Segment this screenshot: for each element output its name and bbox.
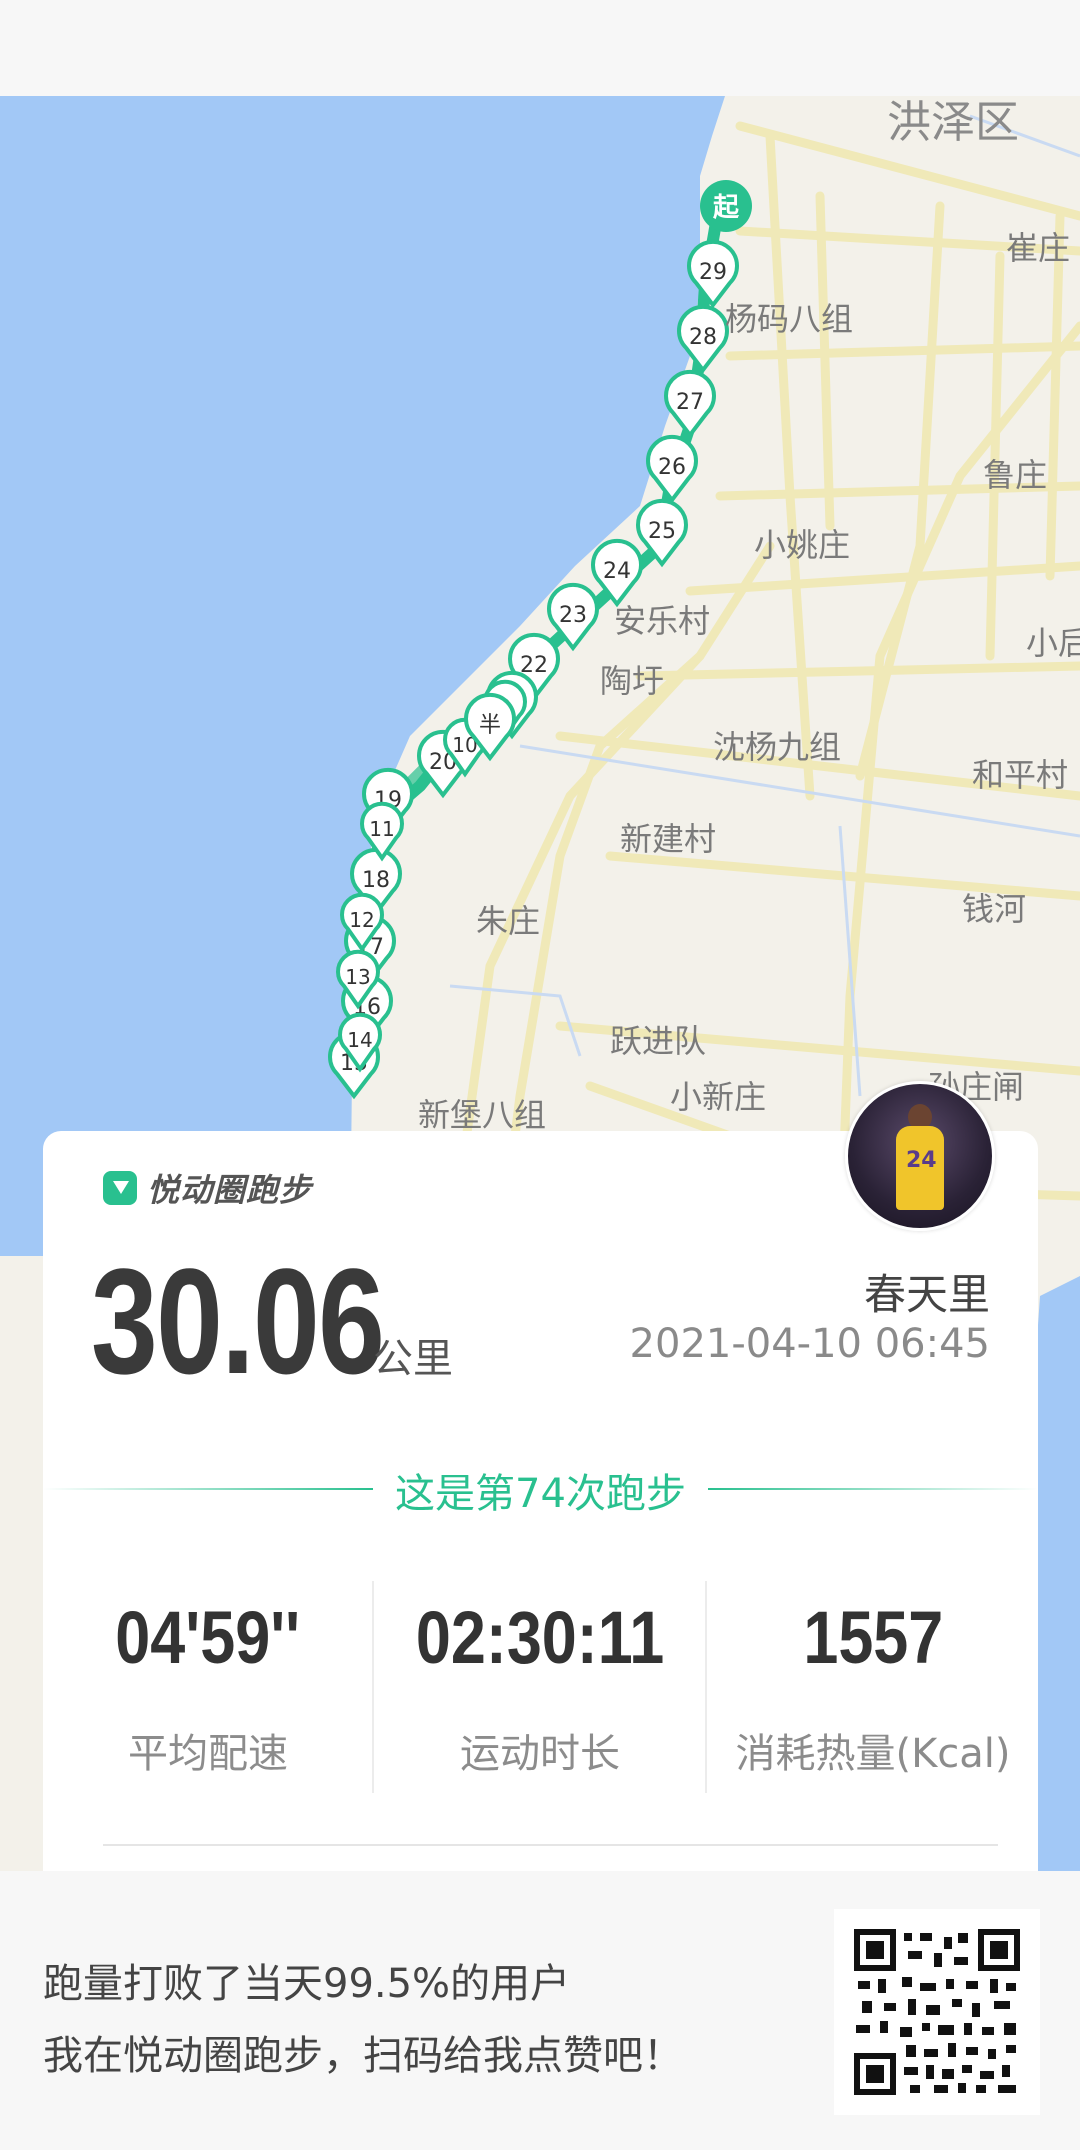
km-marker-27: 27 xyxy=(664,369,716,439)
stat-divider xyxy=(705,1581,707,1793)
place-yangma: 杨码八组 xyxy=(725,300,854,338)
place-taowei: 陶圩 xyxy=(600,662,665,700)
svg-text:27: 27 xyxy=(676,390,704,415)
place-heping: 和平村 xyxy=(972,756,1069,794)
distance-unit: 公里 xyxy=(373,1336,453,1382)
stat-divider xyxy=(372,1581,374,1793)
logo-icon xyxy=(103,1171,137,1205)
svg-text:14: 14 xyxy=(347,1028,372,1052)
stat-pace-label: 平均配速 xyxy=(128,1731,288,1777)
card-bottom-divider xyxy=(103,1844,998,1846)
avatar[interactable]: 24 xyxy=(845,1081,995,1231)
stat-pace-value: 04'59'' xyxy=(115,1596,301,1679)
stat-pace: 04'59'' 平均配速 xyxy=(43,1601,373,1779)
place-xiaoju: 小后 xyxy=(1026,624,1080,662)
stat-calories-label: 消耗热量(Kcal) xyxy=(735,1731,1011,1777)
svg-text:28: 28 xyxy=(689,325,717,350)
place-xiaoyao: 小姚庄 xyxy=(754,526,851,564)
top-bar xyxy=(0,0,1080,96)
start-marker: 起 xyxy=(700,180,752,232)
divider-right xyxy=(708,1488,1038,1490)
stat-duration-label: 运动时长 xyxy=(460,1731,620,1777)
place-yuejin: 跃进队 xyxy=(610,1022,707,1060)
place-luzhuang: 鲁庄 xyxy=(983,456,1048,494)
place-cuizhuang: 崔庄 xyxy=(1006,229,1071,267)
share-text: 我在悦动圈跑步，扫码给我点赞吧！ xyxy=(43,2033,683,2079)
distance-value: 30.06 xyxy=(91,1237,385,1405)
svg-text:23: 23 xyxy=(559,603,587,628)
share-footer: 跑量打败了当天99.5%的用户 我在悦动圈跑步，扫码给我点赞吧！ xyxy=(0,1871,1080,2150)
svg-text:11: 11 xyxy=(369,817,394,841)
svg-text:24: 24 xyxy=(603,559,631,584)
svg-text:13: 13 xyxy=(345,965,370,989)
qr-code-icon xyxy=(854,1929,1020,2095)
svg-text:25: 25 xyxy=(648,519,676,544)
svg-text:29: 29 xyxy=(699,260,727,285)
place-hongze: 洪泽区 xyxy=(887,97,1019,148)
svg-text:半: 半 xyxy=(479,713,501,738)
qr-code[interactable] xyxy=(834,1909,1040,2115)
place-xinbao: 新堡八组 xyxy=(418,1096,547,1134)
start-marker-label: 起 xyxy=(713,193,740,223)
divider-left xyxy=(43,1488,373,1490)
place-xinjian: 新建村 xyxy=(620,820,717,858)
place-shenyang: 沈杨九组 xyxy=(713,728,842,766)
beat-text: 跑量打败了当天99.5%的用户 xyxy=(43,1961,571,2007)
stat-calories-value: 1557 xyxy=(803,1596,943,1679)
stat-duration-value: 02:30:11 xyxy=(415,1596,665,1679)
logo-text: 悦动圈跑步 xyxy=(147,1171,313,1209)
km-marker-26: 26 xyxy=(646,434,698,504)
svg-text:12: 12 xyxy=(349,908,374,932)
run-summary-card: 悦动圈跑步 30.06 公里 春天里 2021-04-10 06:45 这是第7… xyxy=(43,1131,1038,1871)
stat-duration: 02:30:11 运动时长 xyxy=(375,1601,705,1779)
run-datetime: 2021-04-10 06:45 xyxy=(629,1321,990,1367)
stat-calories: 1557 消耗热量(Kcal) xyxy=(708,1601,1038,1779)
place-zhuzhuang: 朱庄 xyxy=(476,902,541,940)
place-anle: 安乐村 xyxy=(614,602,711,640)
svg-text:18: 18 xyxy=(362,868,390,893)
svg-text:26: 26 xyxy=(658,455,686,480)
place-qianhe: 钱河 xyxy=(962,890,1027,928)
app-logo: 悦动圈跑步 xyxy=(103,1165,312,1211)
username: 春天里 xyxy=(863,1270,990,1319)
place-xiaoxin: 小新庄 xyxy=(670,1078,767,1116)
run-count-text: 这是第74次跑步 xyxy=(395,1471,686,1517)
